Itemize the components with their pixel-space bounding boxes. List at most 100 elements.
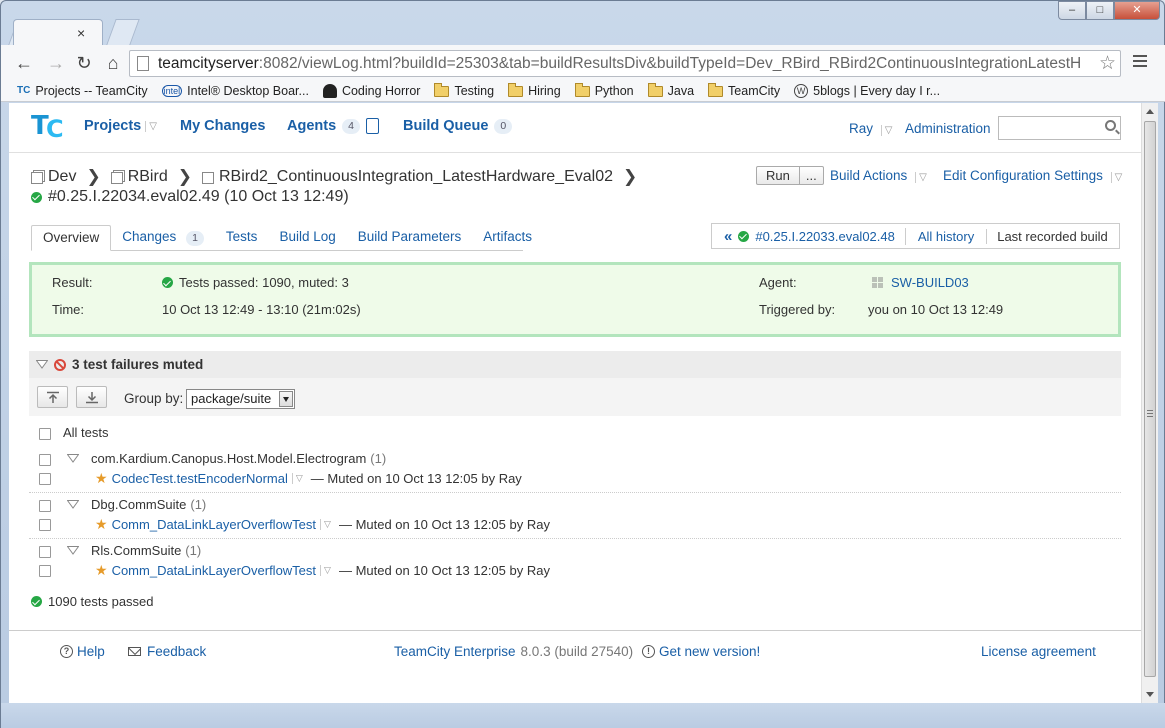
collapse-icon[interactable] xyxy=(67,546,79,555)
all-history-link[interactable]: All history xyxy=(906,228,988,244)
search-icon[interactable] xyxy=(1105,120,1116,131)
nav-projects[interactable]: Projects ▽ xyxy=(84,118,157,134)
get-new-version-link[interactable]: ! Get new version! xyxy=(642,644,760,659)
group-by-label: Group by: xyxy=(124,391,184,406)
bookmark-hiring[interactable]: Hiring xyxy=(508,82,561,98)
folder-icon xyxy=(434,82,450,97)
product-link[interactable]: TeamCity Enterprise xyxy=(394,644,516,659)
chevron-down-icon[interactable]: ▽ xyxy=(320,565,331,576)
chevron-down-icon[interactable]: ▽ xyxy=(145,120,157,132)
forward-icon[interactable]: → xyxy=(45,53,67,75)
run-button[interactable]: Run ... xyxy=(756,166,824,185)
new-tab-button[interactable] xyxy=(106,19,140,45)
test-checkbox[interactable] xyxy=(39,519,51,531)
star-icon[interactable]: ★ xyxy=(95,562,108,579)
collapse-icon[interactable] xyxy=(67,500,79,509)
build-actions-menu[interactable]: Build Actions ▽ xyxy=(830,168,927,183)
chevron-down-icon[interactable]: ▽ xyxy=(915,172,927,183)
breadcrumb-rbird[interactable]: RBird xyxy=(128,168,168,186)
tab-artifacts[interactable]: Artifacts xyxy=(472,225,543,251)
administration-link[interactable]: Administration xyxy=(905,121,991,136)
previous-build-link[interactable]: « #0.25.I.22033.eval02.48 xyxy=(712,227,906,245)
test-group[interactable]: Dbg.CommSuite (1) xyxy=(91,497,206,512)
scroll-thumb[interactable] xyxy=(1144,121,1156,677)
nav-agents[interactable]: Agents 4 xyxy=(287,118,379,134)
test-checkbox[interactable] xyxy=(39,565,51,577)
build-config-icon xyxy=(201,172,214,184)
bookmark-coding-horror[interactable]: Coding Horror xyxy=(322,84,420,98)
collapse-icon[interactable] xyxy=(67,454,79,463)
chevron-down-icon[interactable]: ▽ xyxy=(880,125,892,136)
collapse-all-button[interactable] xyxy=(37,386,68,408)
chevron-down-icon[interactable]: ▽ xyxy=(291,473,303,484)
bookmark-testing[interactable]: Testing xyxy=(434,82,494,98)
bookmark-teamcity-folder[interactable]: TeamCity xyxy=(708,82,780,98)
home-icon[interactable]: ⌂ xyxy=(102,53,124,75)
help-link[interactable]: ? Help xyxy=(60,644,105,659)
breadcrumb-build-config[interactable]: RBird2_ContinuousIntegration_LatestHardw… xyxy=(219,168,613,186)
tab-close-icon[interactable]: × xyxy=(77,25,85,41)
bookmark-java[interactable]: Java xyxy=(647,82,694,98)
test-link[interactable]: Comm_DataLinkLayerOverflowTest xyxy=(112,563,316,578)
star-icon[interactable]: ★ xyxy=(95,470,108,487)
url-text[interactable]: teamcityserver:8082/viewLog.html?buildId… xyxy=(158,55,1093,73)
scroll-down-icon[interactable] xyxy=(1146,692,1154,697)
chevron-down-icon[interactable]: ▽ xyxy=(320,519,331,530)
breadcrumb-dev[interactable]: Dev xyxy=(48,168,76,186)
window-close-icon[interactable]: ✕ xyxy=(1114,1,1160,20)
chevron-down-icon[interactable] xyxy=(279,391,293,407)
back-icon[interactable]: ← xyxy=(13,53,35,75)
search-input[interactable] xyxy=(998,116,1121,140)
expand-all-button[interactable] xyxy=(76,386,107,408)
reload-icon[interactable]: ↻ xyxy=(73,53,95,75)
tab-build-log[interactable]: Build Log xyxy=(268,225,346,251)
test-group[interactable]: com.Kardium.Canopus.Host.Model.Electrogr… xyxy=(91,451,386,466)
feedback-link[interactable]: Feedback xyxy=(128,644,206,659)
user-menu[interactable]: Ray ▽ xyxy=(849,121,892,136)
browser-menu-icon[interactable] xyxy=(1133,55,1147,69)
bookmark-star-icon[interactable]: ☆ xyxy=(1099,52,1116,75)
muted-failures-header[interactable]: 3 test failures muted xyxy=(29,351,1121,378)
browser-tab-active[interactable] xyxy=(13,19,103,47)
teamcity-logo[interactable]: T C xyxy=(31,111,65,143)
run-options-button[interactable]: ... xyxy=(798,167,823,184)
test-link[interactable]: Comm_DataLinkLayerOverflowTest xyxy=(112,517,316,532)
address-bar[interactable]: teamcityserver:8082/viewLog.html?buildId… xyxy=(129,50,1121,77)
last-recorded-build: Last recorded build xyxy=(997,228,1108,244)
scroll-up-icon[interactable] xyxy=(1146,109,1154,114)
star-icon[interactable]: ★ xyxy=(95,516,108,533)
chevron-right-icon[interactable]: ❯ xyxy=(623,167,637,187)
test-row: ★ CodecTest.testEncoderNormal ▽ — Muted … xyxy=(95,470,522,487)
maximize-icon[interactable]: □ xyxy=(1086,1,1114,20)
double-chevron-left-icon: « xyxy=(724,227,733,245)
teamcity-header: T C Projects ▽ My Changes Agents 4 Build… xyxy=(9,103,1141,153)
bookmark-python[interactable]: Python xyxy=(574,82,634,98)
group-by-select[interactable]: package/suite xyxy=(186,389,295,409)
test-link[interactable]: CodecTest.testEncoderNormal xyxy=(112,471,288,486)
page-scrollbar[interactable] xyxy=(1141,103,1158,703)
all-tests-checkbox[interactable] xyxy=(39,428,51,440)
bookmark-5blogs[interactable]: W 5blogs | Every day I r... xyxy=(794,84,940,98)
collapse-icon[interactable] xyxy=(36,360,48,369)
group-checkbox[interactable] xyxy=(39,454,51,466)
agent-link[interactable]: SW-BUILD03 xyxy=(891,275,969,290)
nav-my-changes[interactable]: My Changes xyxy=(180,118,265,134)
test-group[interactable]: Rls.CommSuite (1) xyxy=(91,543,201,558)
tab-changes[interactable]: Changes 1 xyxy=(111,225,215,251)
minimize-icon[interactable]: – xyxy=(1058,1,1086,20)
group-checkbox[interactable] xyxy=(39,500,51,512)
project-icon xyxy=(31,172,43,184)
agent-status-icon xyxy=(366,118,379,134)
test-checkbox[interactable] xyxy=(39,473,51,485)
edit-configuration-menu[interactable]: Edit Configuration Settings ▽ xyxy=(943,168,1122,183)
tab-build-parameters[interactable]: Build Parameters xyxy=(347,225,473,251)
tab-tests[interactable]: Tests xyxy=(215,225,269,251)
tab-overview[interactable]: Overview xyxy=(31,225,112,251)
group-checkbox[interactable] xyxy=(39,546,51,558)
nav-build-queue[interactable]: Build Queue 0 xyxy=(403,118,513,134)
bookmark-intel[interactable]: intel Intel® Desktop Boar... xyxy=(161,84,309,98)
time-label: Time: xyxy=(52,302,85,317)
license-link[interactable]: License agreement xyxy=(981,644,1096,659)
chevron-down-icon[interactable]: ▽ xyxy=(1110,172,1122,183)
bookmark-teamcity[interactable]: TC Projects -- TeamCity xyxy=(17,84,148,98)
